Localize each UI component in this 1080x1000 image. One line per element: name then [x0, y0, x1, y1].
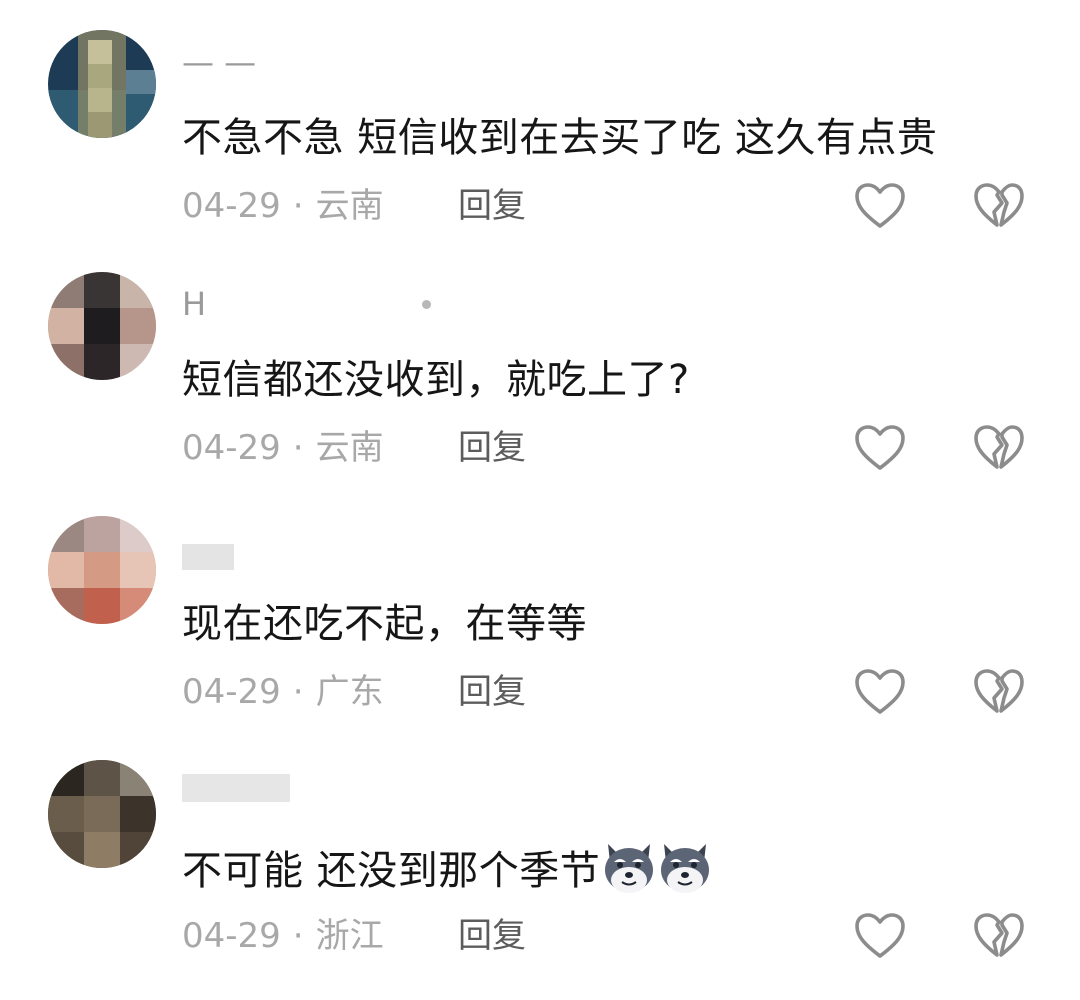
reply-button[interactable]: 回复 — [458, 662, 526, 722]
blurred-username[interactable] — [182, 774, 290, 802]
reply-button[interactable]: 回复 — [458, 418, 526, 478]
comment-meta: 04-29 · 广东 — [182, 662, 384, 722]
comment-date: 04-29 — [182, 672, 281, 712]
comment-item: — — 不急不急 短信收到在去买了吃 这久有点贵 04-29 · 云南 回复 — [0, 30, 1080, 270]
broken-heart-icon[interactable] — [973, 668, 1025, 716]
comment-item: 现在还吃不起，在等等 04-29 · 广东 回复 — [0, 516, 1080, 756]
husky-emoji — [661, 844, 710, 893]
blurred-username[interactable] — [182, 544, 234, 570]
username[interactable]: — — — [182, 42, 256, 82]
reply-button[interactable]: 回复 — [458, 906, 526, 966]
comment-text: 不急不急 短信收到在去买了吃 这久有点贵 — [182, 108, 937, 168]
meta-separator: · — [292, 428, 304, 468]
comment-text: 短信都还没收到，就吃上了? — [182, 350, 690, 410]
comment-date: 04-29 — [182, 186, 281, 226]
username[interactable]: H — [182, 284, 206, 324]
comment-item: 不可能 还没到那个季节 04-29 · 浙江 回复 — [0, 760, 1080, 1000]
reply-button[interactable]: 回复 — [458, 176, 526, 236]
avatar[interactable] — [48, 272, 156, 380]
avatar[interactable] — [48, 760, 156, 868]
avatar[interactable] — [48, 30, 156, 138]
avatar[interactable] — [48, 516, 156, 624]
comment-text: 不可能 还没到那个季节 — [182, 838, 712, 901]
husky-emoji — [605, 844, 654, 893]
broken-heart-icon[interactable] — [973, 424, 1025, 472]
comment-location: 云南 — [315, 186, 384, 226]
comment-meta: 04-29 · 云南 — [182, 418, 384, 478]
broken-heart-icon[interactable] — [973, 182, 1025, 230]
comment-text-content: 短信都还没收到，就吃上了? — [182, 357, 690, 403]
comment-location: 广东 — [315, 672, 384, 712]
comment-location: 云南 — [315, 428, 384, 468]
comment-text-content: 不急不急 短信收到在去买了吃 这久有点贵 — [182, 115, 938, 161]
comment-meta: 04-29 · 云南 — [182, 176, 384, 236]
meta-separator: · — [292, 186, 304, 226]
comment-text: 现在还吃不起，在等等 — [182, 594, 587, 654]
comment-meta: 04-29 · 浙江 — [182, 906, 384, 966]
comment-date: 04-29 — [182, 916, 281, 956]
heart-icon[interactable] — [854, 424, 906, 472]
meta-separator: · — [292, 916, 304, 956]
meta-separator: · — [292, 672, 304, 712]
username-badge-dot — [422, 300, 431, 309]
heart-icon[interactable] — [854, 668, 906, 716]
comment-text-content: 现在还吃不起，在等等 — [182, 601, 587, 647]
broken-heart-icon[interactable] — [973, 912, 1025, 960]
comment-item: H 短信都还没收到，就吃上了? 04-29 · 云南 回复 — [0, 272, 1080, 512]
heart-icon[interactable] — [854, 912, 906, 960]
comment-date: 04-29 — [182, 428, 281, 468]
comment-location: 浙江 — [315, 916, 384, 956]
comment-text-content: 不可能 还没到那个季节 — [182, 848, 601, 894]
heart-icon[interactable] — [854, 182, 906, 230]
